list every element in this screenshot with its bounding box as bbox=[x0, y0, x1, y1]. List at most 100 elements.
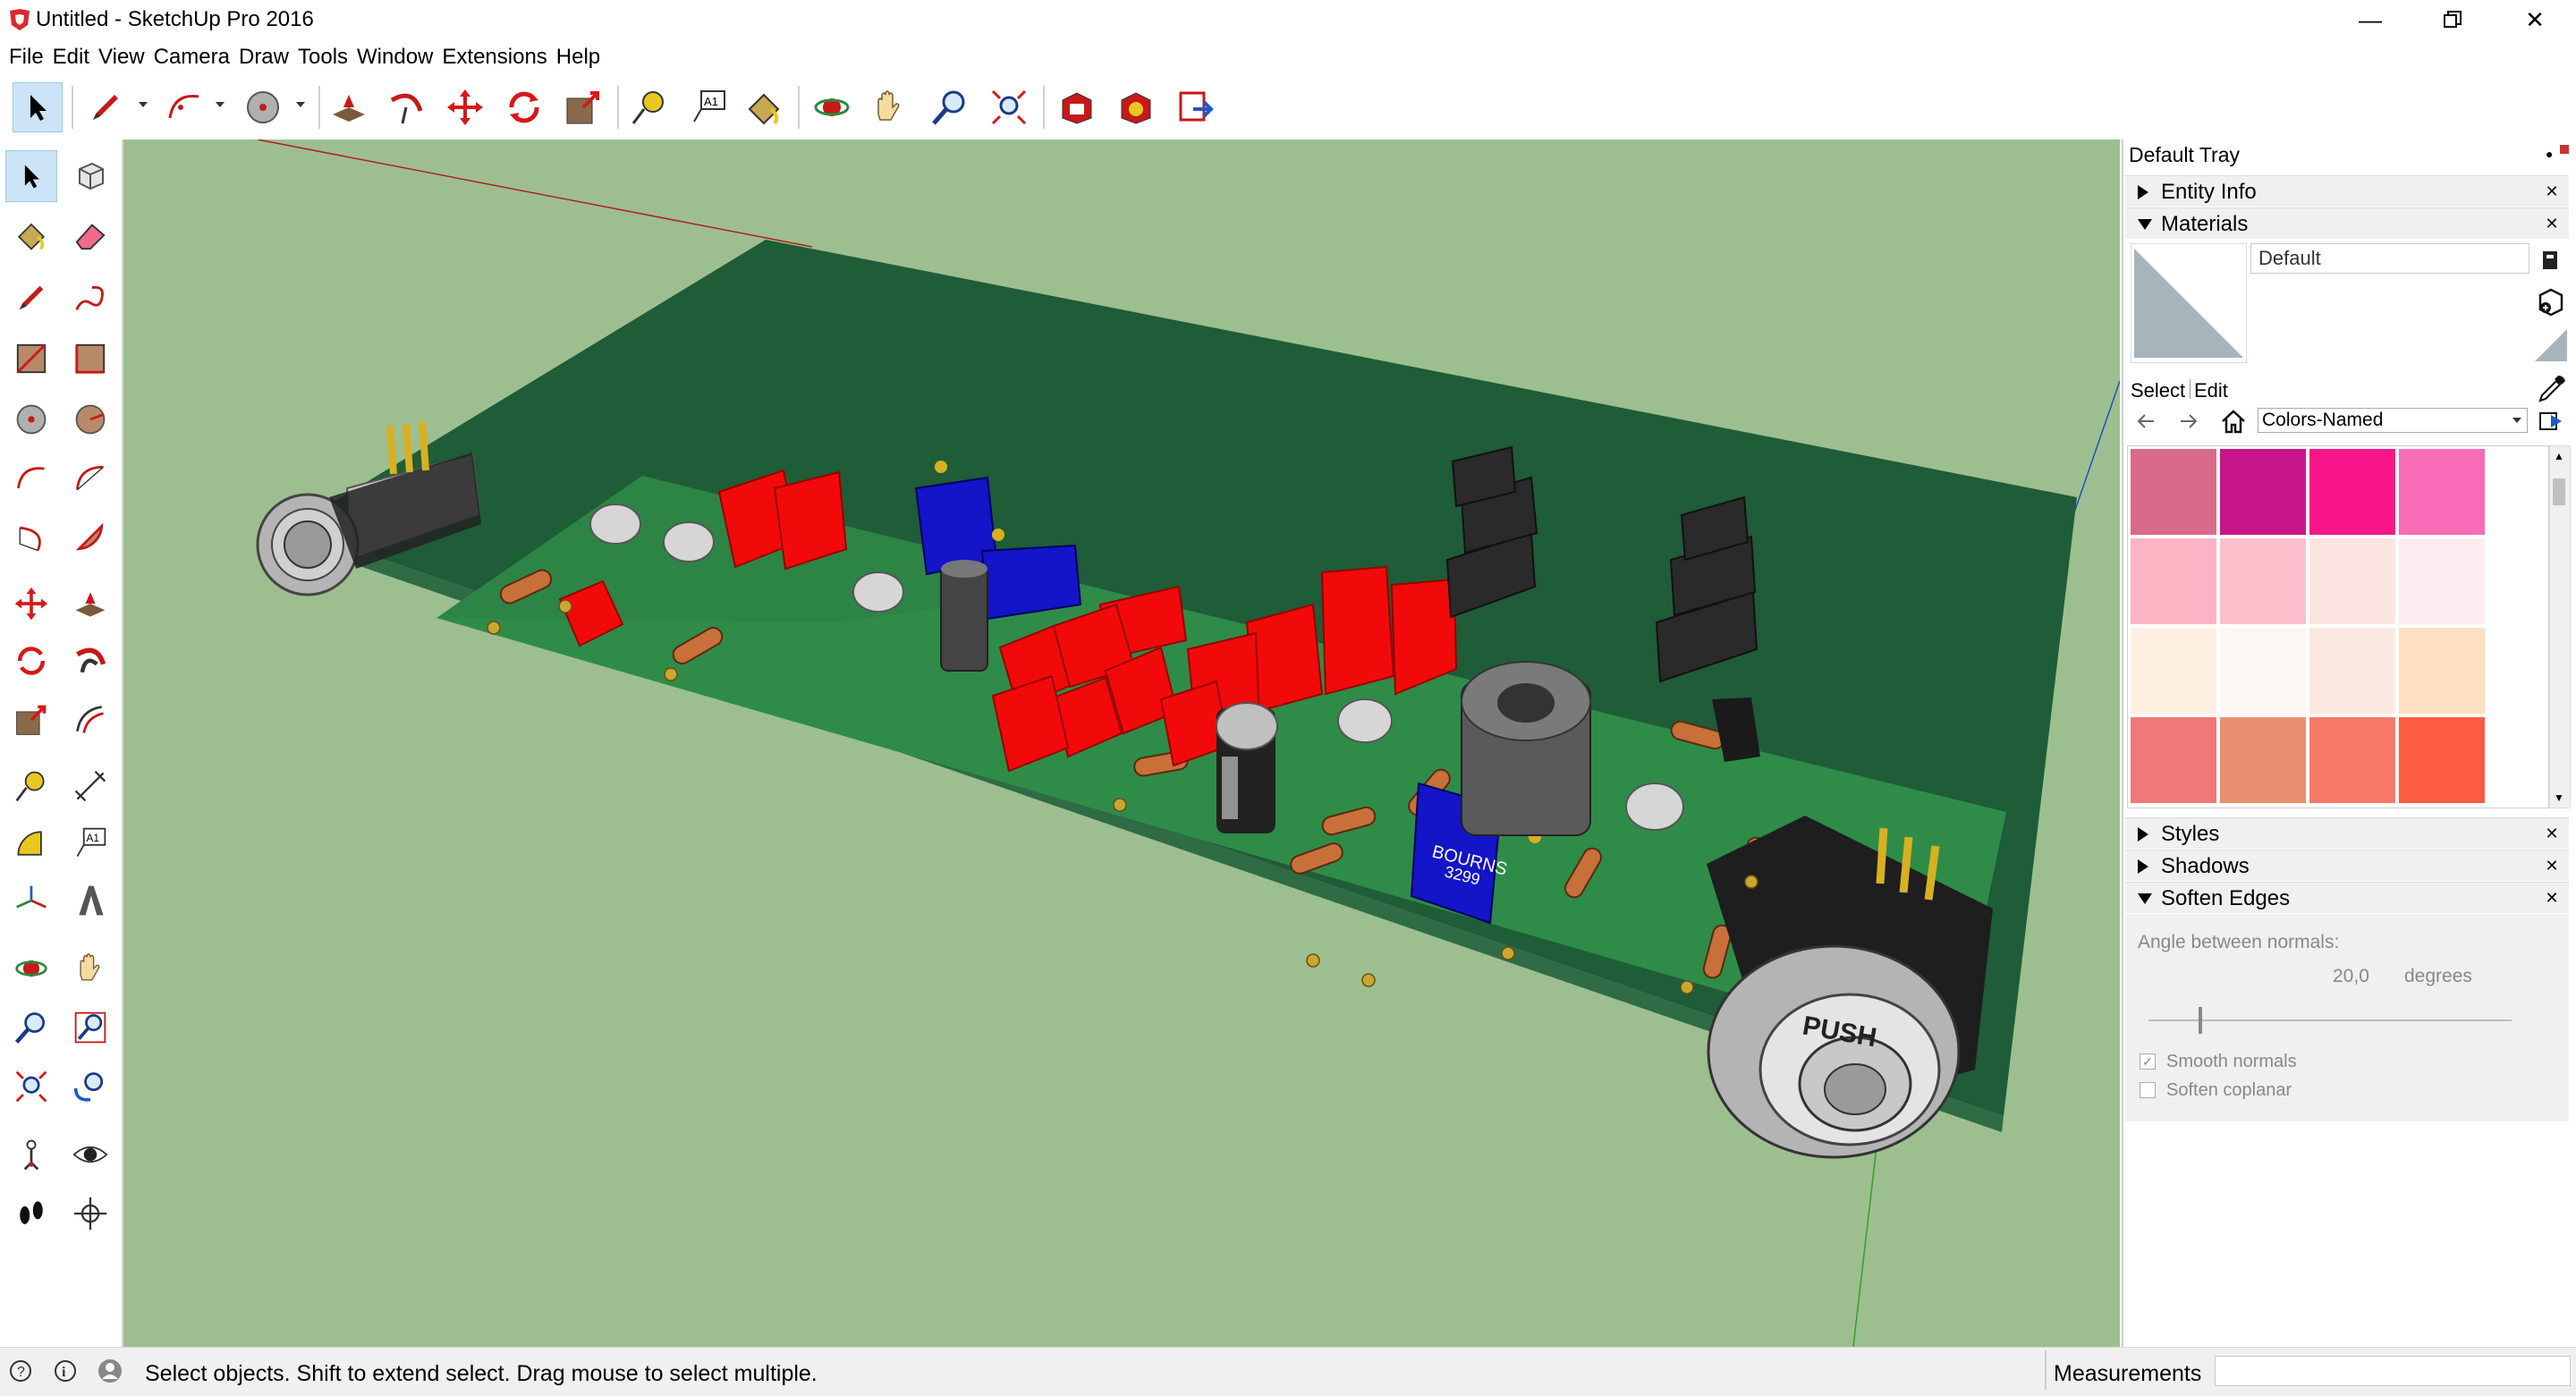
menu-window[interactable]: Window bbox=[353, 39, 438, 75]
chevron-down-icon[interactable] bbox=[138, 100, 148, 109]
palette-tape-measure-button[interactable] bbox=[5, 760, 57, 812]
text-tool-button[interactable]: A1 bbox=[683, 82, 733, 132]
extension-warehouse-button[interactable] bbox=[1111, 82, 1161, 132]
scale-tool-button[interactable] bbox=[558, 82, 608, 132]
palette-followme-button[interactable] bbox=[64, 635, 116, 687]
tray-pin-icon[interactable]: ● bbox=[2546, 147, 2553, 161]
swatch-5[interactable] bbox=[2131, 538, 2216, 624]
palette-offset-button[interactable] bbox=[64, 694, 116, 746]
menu-extensions[interactable]: Extensions bbox=[438, 39, 552, 75]
palette-previous-view-button[interactable] bbox=[64, 1061, 116, 1113]
back-arrow-icon[interactable] bbox=[2134, 410, 2157, 433]
menu-draw[interactable]: Draw bbox=[235, 39, 294, 75]
palette-pushpull-button[interactable] bbox=[64, 578, 116, 630]
menu-view[interactable]: View bbox=[95, 39, 150, 75]
palette-orbit-button[interactable] bbox=[5, 943, 57, 994]
palette-eraser-button[interactable] bbox=[64, 209, 116, 261]
home-icon[interactable] bbox=[2220, 408, 2247, 435]
swatch-scrollbar[interactable]: ▲ ▼ bbox=[2549, 445, 2571, 808]
palette-polygon-button[interactable] bbox=[64, 393, 116, 445]
palette-rectangle-button[interactable] bbox=[5, 333, 57, 385]
panel-close-icon[interactable]: ✕ bbox=[2542, 214, 2562, 233]
orbit-tool-button[interactable] bbox=[807, 82, 857, 132]
swatch-4[interactable] bbox=[2399, 449, 2485, 535]
pushpull-tool-button[interactable] bbox=[324, 82, 374, 132]
smooth-normals-checkbox[interactable]: ✓ bbox=[2140, 1053, 2156, 1070]
panel-close-icon[interactable]: ✕ bbox=[2542, 182, 2562, 201]
swatch-7[interactable] bbox=[2309, 538, 2395, 624]
pencil-tool-button[interactable] bbox=[80, 82, 131, 132]
palette-freehand-button[interactable] bbox=[64, 272, 116, 324]
measurements-input[interactable] bbox=[2215, 1356, 2571, 1386]
panel-materials-header[interactable]: Materials ✕ bbox=[2125, 207, 2569, 239]
modeling-viewport[interactable]: BOURNS 3299 PUSH bbox=[123, 140, 2120, 1347]
palette-protractor-button[interactable] bbox=[5, 817, 57, 869]
chevron-down-icon[interactable] bbox=[295, 100, 306, 109]
menu-camera[interactable]: Camera bbox=[150, 39, 235, 75]
material-name-field[interactable]: Default bbox=[2250, 243, 2529, 274]
panel-close-icon[interactable]: ✕ bbox=[2542, 856, 2562, 876]
user-account-icon[interactable] bbox=[97, 1358, 123, 1384]
collection-dropdown[interactable]: Colors-Named bbox=[2258, 408, 2528, 433]
menu-file[interactable]: File bbox=[5, 39, 49, 75]
swatch-8[interactable] bbox=[2399, 538, 2485, 624]
swatch-11[interactable] bbox=[2309, 628, 2395, 714]
swatch-10[interactable] bbox=[2220, 628, 2306, 714]
create-material-icon[interactable] bbox=[2537, 286, 2565, 318]
move-tool-button[interactable] bbox=[440, 82, 490, 132]
palette-look-around-button[interactable] bbox=[64, 1129, 116, 1180]
credits-icon[interactable]: i bbox=[54, 1359, 77, 1383]
palette-arc-button[interactable] bbox=[5, 453, 57, 504]
geo-location-icon[interactable]: ? bbox=[9, 1359, 32, 1383]
palette-rotated-rectangle-button[interactable] bbox=[64, 333, 116, 385]
palette-zoom-button[interactable] bbox=[5, 1002, 57, 1053]
palette-2point-arc-button[interactable] bbox=[64, 453, 116, 504]
palette-3d-text-button[interactable] bbox=[64, 875, 116, 926]
palette-pie-button[interactable] bbox=[64, 512, 116, 563]
palette-select-button[interactable] bbox=[5, 150, 57, 202]
panel-styles-header[interactable]: Styles ✕ bbox=[2125, 817, 2569, 849]
materials-select-tab[interactable]: Select bbox=[2131, 379, 2185, 402]
details-arrow-icon[interactable] bbox=[2538, 410, 2565, 433]
palette-zoom-window-button[interactable] bbox=[64, 1002, 116, 1053]
panel-close-icon[interactable]: ✕ bbox=[2542, 888, 2562, 908]
panel-entity-info-header[interactable]: Entity Info ✕ bbox=[2125, 175, 2569, 207]
palette-make-component-button[interactable] bbox=[64, 150, 116, 202]
angle-slider-track[interactable] bbox=[2148, 1020, 2512, 1021]
swatch-3[interactable] bbox=[2309, 449, 2395, 535]
palette-zoom-extents-button[interactable] bbox=[5, 1061, 57, 1113]
swatch-15[interactable] bbox=[2309, 717, 2395, 803]
swatch-12[interactable] bbox=[2399, 628, 2485, 714]
panel-close-icon[interactable]: ✕ bbox=[2542, 824, 2562, 843]
swatch-14[interactable] bbox=[2220, 717, 2306, 803]
angle-slider-thumb[interactable] bbox=[2199, 1007, 2202, 1034]
followme-tool-button[interactable] bbox=[381, 82, 431, 132]
palette-line-button[interactable] bbox=[5, 272, 57, 324]
select-tool-button[interactable] bbox=[13, 82, 63, 132]
send-to-layout-button[interactable] bbox=[1170, 82, 1220, 132]
palette-text-button[interactable]: A1 bbox=[64, 817, 116, 869]
palette-pan-button[interactable] bbox=[64, 943, 116, 994]
paint-bucket-tool-button[interactable] bbox=[739, 82, 789, 132]
scroll-down-icon[interactable]: ▼ bbox=[2554, 791, 2564, 804]
close-window-button[interactable]: ✕ bbox=[2494, 0, 2576, 39]
chevron-down-icon[interactable] bbox=[215, 100, 225, 109]
zoom-tool-button[interactable] bbox=[925, 82, 975, 132]
rotate-tool-button[interactable] bbox=[499, 82, 549, 132]
swatch-2[interactable] bbox=[2220, 449, 2306, 535]
forward-arrow-icon[interactable] bbox=[2177, 410, 2200, 433]
palette-dimension-button[interactable] bbox=[64, 760, 116, 812]
circle-tool-button[interactable] bbox=[238, 82, 288, 132]
palette-position-camera-button[interactable] bbox=[5, 1129, 57, 1180]
zoom-extents-tool-button[interactable] bbox=[984, 82, 1034, 132]
palette-circle-button[interactable] bbox=[5, 393, 57, 445]
eyedropper-icon[interactable] bbox=[2537, 374, 2567, 404]
palette-axes-button[interactable] bbox=[5, 875, 57, 926]
warehouse-button[interactable] bbox=[1052, 82, 1102, 132]
minimize-button[interactable]: — bbox=[2329, 0, 2411, 39]
soften-coplanar-checkbox[interactable] bbox=[2140, 1082, 2156, 1098]
materials-edit-tab[interactable]: Edit bbox=[2190, 379, 2228, 399]
scroll-thumb[interactable] bbox=[2553, 478, 2565, 505]
tape-measure-tool-button[interactable] bbox=[624, 82, 674, 132]
menu-edit[interactable]: Edit bbox=[49, 39, 95, 75]
